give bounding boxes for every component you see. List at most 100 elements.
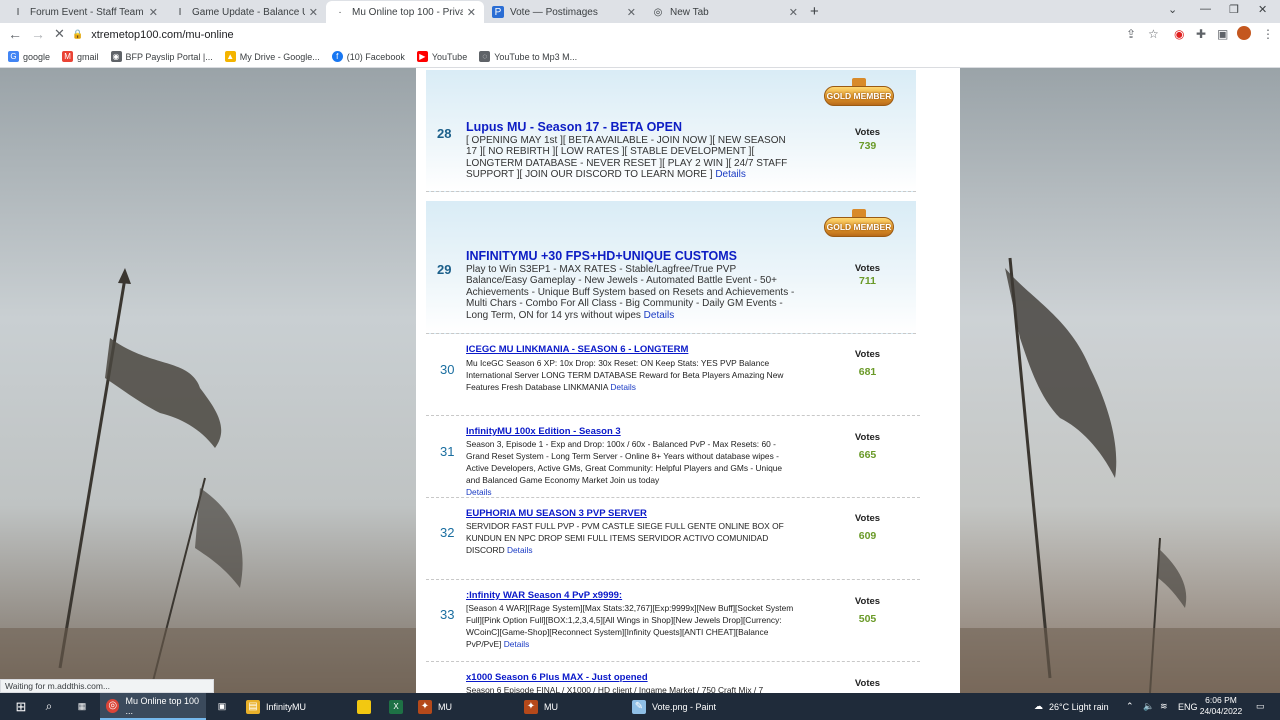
details-link[interactable]: Details: [610, 382, 636, 392]
details-link[interactable]: Details: [504, 639, 530, 649]
server-description: Play to Win S3EP1 - MAX RATES - Stable/L…: [466, 264, 796, 321]
votes-count: 739: [858, 140, 877, 152]
server-title-link[interactable]: INFINITYMU +30 FPS+HD+UNIQUE CUSTOMS: [466, 249, 737, 263]
clock-time: 6:06 PM: [1205, 695, 1237, 705]
tab-strip: I Forum Event - Staff Team Says! | ✕ I G…: [0, 0, 1280, 23]
paint-icon: ✎: [632, 699, 646, 714]
tab-close-icon[interactable]: ✕: [309, 6, 318, 19]
votes-label: Votes: [854, 596, 881, 607]
description-text: Play to Win S3EP1 - MAX RATES - Stable/L…: [466, 264, 795, 321]
tab-close-icon[interactable]: ✕: [789, 6, 798, 19]
web-page: GOLD MEMBER 28 Lupus MU - Season 17 - BE…: [0, 68, 1280, 693]
opera-extension-icon[interactable]: ◉: [1174, 27, 1184, 41]
share-icon[interactable]: ⇪: [1126, 27, 1136, 41]
tab-new-tab[interactable]: ◎ New Tab ✕: [644, 1, 806, 23]
tab-close-icon[interactable]: ✕: [149, 6, 158, 19]
menu-kebab-icon[interactable]: ⋮: [1262, 27, 1274, 41]
folder-icon: ▤: [246, 699, 260, 714]
bookmark-youtube-mp3[interactable]: ◌ YouTube to Mp3 M...: [479, 51, 577, 62]
taskbar-label: MU: [438, 701, 452, 712]
votes-count: 681: [858, 366, 877, 378]
tab-vote-postimages[interactable]: P Vote — Postimages ✕: [484, 1, 644, 23]
taskbar-chrome[interactable]: ◎ Mu Online top 100 ...: [100, 693, 206, 720]
system-clock[interactable]: 6:06 PM 24/04/2022: [1196, 695, 1246, 717]
weather-widget[interactable]: ☁ 26°C Light rain: [1034, 693, 1109, 720]
bookmark-facebook[interactable]: f (10) Facebook: [331, 51, 405, 62]
server-description: Mu IceGC Season 6 XP: 10x Drop: 30x Rese…: [466, 357, 796, 393]
bookmark-bfp-payslip[interactable]: ◉ BFP Payslip Portal |...: [110, 51, 213, 62]
tab-forum-event[interactable]: I Forum Event - Staff Team Says! | ✕: [4, 1, 166, 23]
restore-icon[interactable]: ❐: [1229, 3, 1239, 16]
taskbar-label: Mu Online top 100 ...: [125, 695, 200, 716]
gold-member-badge: GOLD MEMBER: [822, 209, 898, 241]
details-link[interactable]: Details: [644, 310, 675, 321]
tray-chevron-icon[interactable]: ⌃: [1126, 693, 1134, 720]
server-title-link[interactable]: InfinityMU 100x Edition - Season 3: [466, 426, 621, 437]
profile-avatar[interactable]: [1237, 26, 1251, 40]
details-link[interactable]: Details: [466, 487, 492, 497]
server-title-link[interactable]: Lupus MU - Season 17 - BETA OPEN: [466, 120, 682, 134]
bookmark-gmail[interactable]: Mgmail: [62, 51, 99, 62]
excel-icon[interactable]: X: [384, 693, 408, 720]
new-tab-button[interactable]: +: [810, 3, 819, 20]
votes-count: 609: [858, 530, 877, 542]
address-bar[interactable]: 🔒 xtremetop100.com/mu-online: [72, 25, 1152, 44]
tab-label: Vote — Postimages: [510, 6, 598, 18]
details-link[interactable]: Details: [715, 169, 746, 180]
bookmarks-bar: Ggoogle Mgmail ◉ BFP Payslip Portal |... …: [0, 46, 1280, 68]
server-description: SERVIDOR FAST FULL PVP - PVM CASTLE SIEG…: [466, 520, 796, 556]
notification-icon[interactable]: ▭: [1256, 693, 1265, 720]
server-title-link[interactable]: EUPHORIA MU SEASON 3 PVP SERVER: [466, 508, 647, 519]
language-indicator[interactable]: ENG: [1178, 693, 1198, 720]
windows-taskbar: ⊞ ⌕ ▦ ◎ Mu Online top 100 ... ▣ ▤ Infini…: [0, 693, 1280, 720]
server-title-link[interactable]: ICEGC MU LINKMANIA - SEASON 6 - LONGTERM: [466, 344, 688, 355]
tab-mu-online[interactable]: · Mu Online top 100 - Private serv ✕: [326, 1, 484, 23]
extensions-puzzle-icon[interactable]: ✚: [1196, 27, 1206, 41]
list-item-29: GOLD MEMBER 29 INFINITYMU +30 FPS+HD+UNI…: [426, 201, 916, 334]
remote-desktop-icon[interactable]: ▣: [210, 693, 234, 720]
rank-number: 31: [440, 444, 455, 459]
votes-count: 711: [859, 275, 876, 287]
tab-close-icon[interactable]: ✕: [467, 6, 476, 19]
forward-icon[interactable]: →: [31, 26, 45, 42]
tab-favicon-icon: I: [178, 6, 182, 18]
search-icon[interactable]: ⌕: [38, 693, 60, 720]
bookmark-youtube[interactable]: ▶ YouTube: [416, 51, 467, 62]
details-link[interactable]: Details: [507, 545, 533, 555]
sticky-notes-icon[interactable]: [352, 693, 376, 720]
volume-icon[interactable]: 🔈: [1143, 693, 1154, 720]
bookmark-my-drive[interactable]: ▲ My Drive - Google...: [224, 51, 320, 62]
tab-search-chevron-icon[interactable]: ⌄: [1168, 3, 1177, 16]
browser-toolbar: ← → ✕ 🔒 xtremetop100.com/mu-online ⇪ ☆ ◉…: [0, 23, 1280, 46]
tab-label: Forum Event - Staff Team Says! |: [30, 6, 145, 18]
server-title-link[interactable]: x1000 Season 6 Plus MAX - Just opened: [466, 672, 648, 683]
close-window-icon[interactable]: ✕: [1258, 3, 1267, 16]
weather-text: 26°C Light rain: [1049, 701, 1109, 712]
gold-member-label: GOLD MEMBER: [824, 217, 894, 237]
lock-icon[interactable]: 🔒: [72, 29, 83, 40]
side-panel-icon[interactable]: ▣: [1217, 27, 1228, 41]
calculator-icon[interactable]: ▦: [70, 693, 94, 720]
votes-count: 665: [858, 449, 877, 461]
tab-loading-icon: ·: [338, 6, 342, 18]
minimize-icon[interactable]: —: [1200, 3, 1211, 15]
taskbar-mu-2[interactable]: ✦ MU: [520, 693, 620, 720]
mu-game-icon: ✦: [524, 699, 538, 714]
list-item-31: 31 InfinityMU 100x Edition - Season 3 Se…: [426, 418, 920, 498]
taskbar-paint[interactable]: ✎ Vote.png - Paint: [628, 693, 740, 720]
tab-close-icon[interactable]: ✕: [627, 6, 636, 19]
bookmark-star-icon[interactable]: ☆: [1148, 27, 1159, 41]
bookmark-google[interactable]: Ggoogle: [8, 51, 50, 62]
start-windows-icon[interactable]: ⊞: [6, 693, 36, 720]
server-title-link[interactable]: :Infinity WAR Season 4 PvP x9999:: [466, 590, 622, 601]
back-icon[interactable]: ←: [8, 26, 22, 42]
taskbar-file-explorer[interactable]: ▤ InfinityMU: [240, 693, 338, 720]
wifi-icon[interactable]: ≋: [1160, 693, 1168, 720]
url-text: xtremetop100.com/mu-online: [91, 28, 234, 41]
gold-member-badge: GOLD MEMBER: [822, 78, 898, 110]
taskbar-mu-1[interactable]: ✦ MU: [414, 693, 514, 720]
tab-game-update[interactable]: I Game Update - Balance Updates ✕: [166, 1, 326, 23]
chrome-icon: ◎: [106, 698, 120, 713]
gmail-icon: M: [62, 51, 74, 62]
stop-loading-icon[interactable]: ✕: [54, 26, 65, 42]
